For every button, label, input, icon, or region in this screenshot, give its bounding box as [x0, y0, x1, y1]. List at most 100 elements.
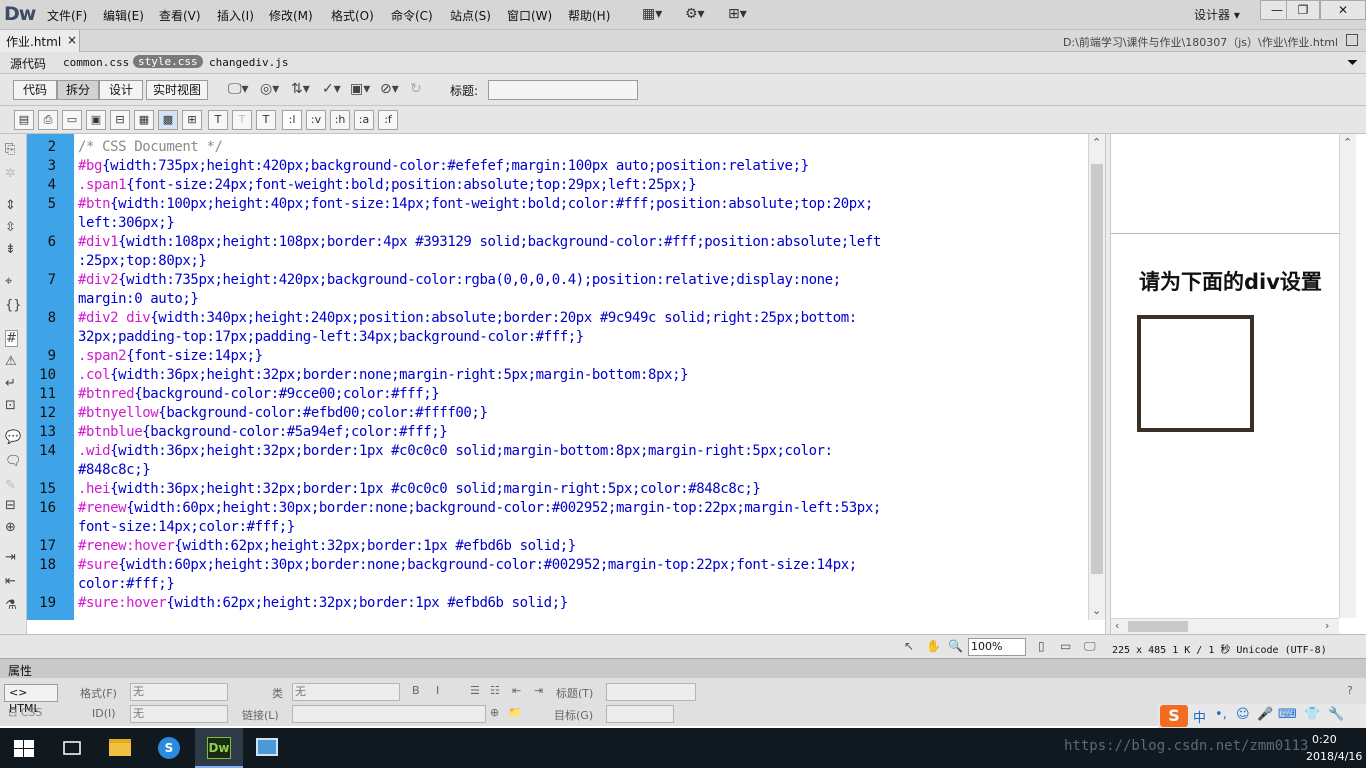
- design-vertical-scrollbar[interactable]: ⌃: [1339, 134, 1356, 618]
- sogou-ime-logo[interactable]: S: [1160, 705, 1188, 727]
- code-line[interactable]: .span1{font-size:24px;font-weight:bold;p…: [78, 177, 697, 193]
- layout-icon[interactable]: ▦▾: [642, 6, 662, 22]
- preview-browser-icon[interactable]: ◎▾: [260, 81, 279, 97]
- print-icon[interactable]: ⎙: [38, 110, 58, 130]
- id-select[interactable]: 无: [130, 705, 228, 723]
- ime-skin-icon[interactable]: 👕: [1304, 707, 1320, 722]
- collapse-tag-icon[interactable]: ⇕: [5, 198, 16, 213]
- site-manager-icon[interactable]: ⊞▾: [728, 6, 747, 22]
- outdent-text-icon[interactable]: ⇤: [512, 684, 521, 697]
- line-numbers-icon[interactable]: #: [5, 330, 18, 347]
- menu-edit[interactable]: 编辑(E): [103, 7, 144, 24]
- code-line[interactable]: #btnyellow{background-color:#efbd00;colo…: [78, 405, 488, 421]
- hover-pseudo-button[interactable]: :h: [330, 110, 350, 130]
- bold-icon[interactable]: B: [412, 684, 420, 697]
- desktop-size-icon[interactable]: 🖵: [1084, 639, 1096, 654]
- taskbar-photos[interactable]: [244, 728, 292, 768]
- related-file-changediv-js[interactable]: changediv.js: [209, 56, 288, 69]
- code-vertical-scrollbar[interactable]: ⌃ ⌄: [1088, 134, 1105, 620]
- design-div1-box[interactable]: [1137, 315, 1254, 432]
- clock-time[interactable]: 0:20: [1312, 733, 1337, 746]
- move-css-icon[interactable]: ⊕: [5, 520, 16, 535]
- related-file-style-css[interactable]: style.css: [133, 55, 203, 68]
- code-line[interactable]: #btnred{background-color:#9cce00;color:#…: [78, 386, 440, 402]
- active-pseudo-button[interactable]: :a: [354, 110, 374, 130]
- menu-modify[interactable]: 修改(M): [269, 7, 313, 24]
- code-line[interactable]: #bg{width:735px;height:420px;background-…: [78, 158, 809, 174]
- menu-view[interactable]: 查看(V): [159, 7, 201, 24]
- word-wrap-icon[interactable]: ↵: [5, 376, 16, 391]
- scroll-right-icon[interactable]: ›: [1325, 619, 1329, 632]
- code-line[interactable]: 32px;padding-top:17px;padding-left:34px;…: [78, 329, 584, 345]
- restore-button[interactable]: ❐: [1286, 0, 1320, 20]
- ime-voice-icon[interactable]: 🎤: [1257, 707, 1273, 722]
- design-view[interactable]: 请为下面的div设置 ⌃ ‹ ›: [1111, 134, 1366, 634]
- title-input[interactable]: [488, 80, 638, 100]
- multiscreen-icon[interactable]: 🖵▾: [228, 81, 249, 97]
- code-line[interactable]: .col{width:36px;height:32px;border:none;…: [78, 367, 689, 383]
- source-code-file[interactable]: 源代码: [10, 55, 46, 72]
- code-line[interactable]: .wid{width:36px;height:32px;border:1px #…: [78, 443, 833, 459]
- indent-icon[interactable]: ⇥: [5, 550, 16, 565]
- split-view-button[interactable]: 拆分: [57, 80, 99, 100]
- bold-icon[interactable]: T: [208, 110, 228, 130]
- expand-all-icon[interactable]: ⇟: [5, 242, 16, 257]
- code-line[interactable]: #div2 div{width:340px;height:240px;posit…: [78, 310, 857, 326]
- clock-date[interactable]: 2018/4/16: [1306, 750, 1362, 763]
- show-code-navigator-icon[interactable]: ✲: [5, 166, 16, 181]
- visual-aids-icon[interactable]: ▣▾: [350, 81, 370, 97]
- menu-insert[interactable]: 插入(I): [217, 7, 254, 24]
- help-icon[interactable]: ?: [1347, 684, 1353, 697]
- format-source-icon[interactable]: ⚗: [5, 598, 17, 613]
- link-field[interactable]: [292, 705, 486, 723]
- ime-keyboard-icon[interactable]: ⌨: [1278, 707, 1297, 722]
- calendar-icon[interactable]: ▦: [134, 110, 154, 130]
- window-size[interactable]: 225 x 485: [1112, 645, 1166, 656]
- indent-text-icon[interactable]: ⇥: [534, 684, 543, 697]
- balance-braces-icon[interactable]: {}: [5, 298, 22, 313]
- menu-file[interactable]: 文件(F): [47, 7, 87, 24]
- taskbar-dreamweaver[interactable]: Dw: [195, 728, 243, 768]
- code-line[interactable]: left:306px;}: [78, 215, 175, 231]
- code-line[interactable]: #848c8c;}: [78, 462, 151, 478]
- code-line[interactable]: #sure{width:60px;height:30px;border:none…: [78, 557, 857, 573]
- collapse-selection-icon[interactable]: ⇳: [5, 220, 16, 235]
- code-line[interactable]: /* CSS Document */: [78, 139, 223, 155]
- check-browser-icon[interactable]: ⊘▾: [380, 81, 399, 97]
- design-horizontal-scrollbar[interactable]: ‹ ›: [1111, 618, 1339, 634]
- ordered-list-icon[interactable]: ☷: [490, 684, 500, 697]
- zoom-select[interactable]: 100%: [968, 638, 1026, 656]
- focus-pseudo-button[interactable]: :f: [378, 110, 398, 130]
- properties-panel-header[interactable]: 属性: [0, 658, 1366, 678]
- point-to-file-icon[interactable]: ⊕: [490, 706, 499, 719]
- menu-format[interactable]: 格式(O): [331, 7, 374, 24]
- menu-help[interactable]: 帮助(H): [568, 7, 610, 24]
- w3c-validation-icon[interactable]: ✓▾: [322, 81, 341, 97]
- code-line[interactable]: #btnblue{background-color:#5a94ef;color:…: [78, 424, 448, 440]
- insert-icon[interactable]: ⊟: [110, 110, 130, 130]
- code-line[interactable]: #div1{width:108px;height:108px;border:4p…: [78, 234, 881, 250]
- outdent-icon[interactable]: ⇤: [5, 574, 16, 589]
- code-line[interactable]: color:#fff;}: [78, 576, 175, 592]
- strong-icon[interactable]: T: [256, 110, 276, 130]
- show-code-view-icon[interactable]: ▤: [14, 110, 34, 130]
- ime-settings-icon[interactable]: 🔧: [1328, 707, 1344, 722]
- wrap-tag-icon[interactable]: ✎: [5, 478, 16, 493]
- remove-comment-icon[interactable]: 🗨: [5, 454, 22, 469]
- design-view-button[interactable]: 设计: [99, 80, 143, 100]
- select-parent-tag-icon[interactable]: ⌖: [5, 274, 12, 289]
- start-button[interactable]: [0, 728, 48, 768]
- italic-icon[interactable]: T: [232, 110, 252, 130]
- mobile-size-icon[interactable]: ▯: [1038, 639, 1045, 653]
- ime-chinese-mode[interactable]: 中: [1193, 707, 1206, 726]
- workspace-switcher[interactable]: 设计器 ▾: [1194, 6, 1240, 23]
- visited-pseudo-button[interactable]: :v: [306, 110, 326, 130]
- apply-comment-icon[interactable]: 💬: [5, 430, 21, 445]
- unordered-list-icon[interactable]: ☰: [470, 684, 480, 697]
- code-line[interactable]: #btn{width:100px;height:40px;font-size:1…: [78, 196, 873, 212]
- hand-tool-icon[interactable]: ✋: [926, 639, 941, 653]
- browse-folder-icon[interactable]: 📁: [508, 706, 522, 719]
- task-view-button[interactable]: [48, 728, 96, 768]
- code-line[interactable]: margin:0 auto;}: [78, 291, 199, 307]
- snippet-icon[interactable]: ▣: [86, 110, 106, 130]
